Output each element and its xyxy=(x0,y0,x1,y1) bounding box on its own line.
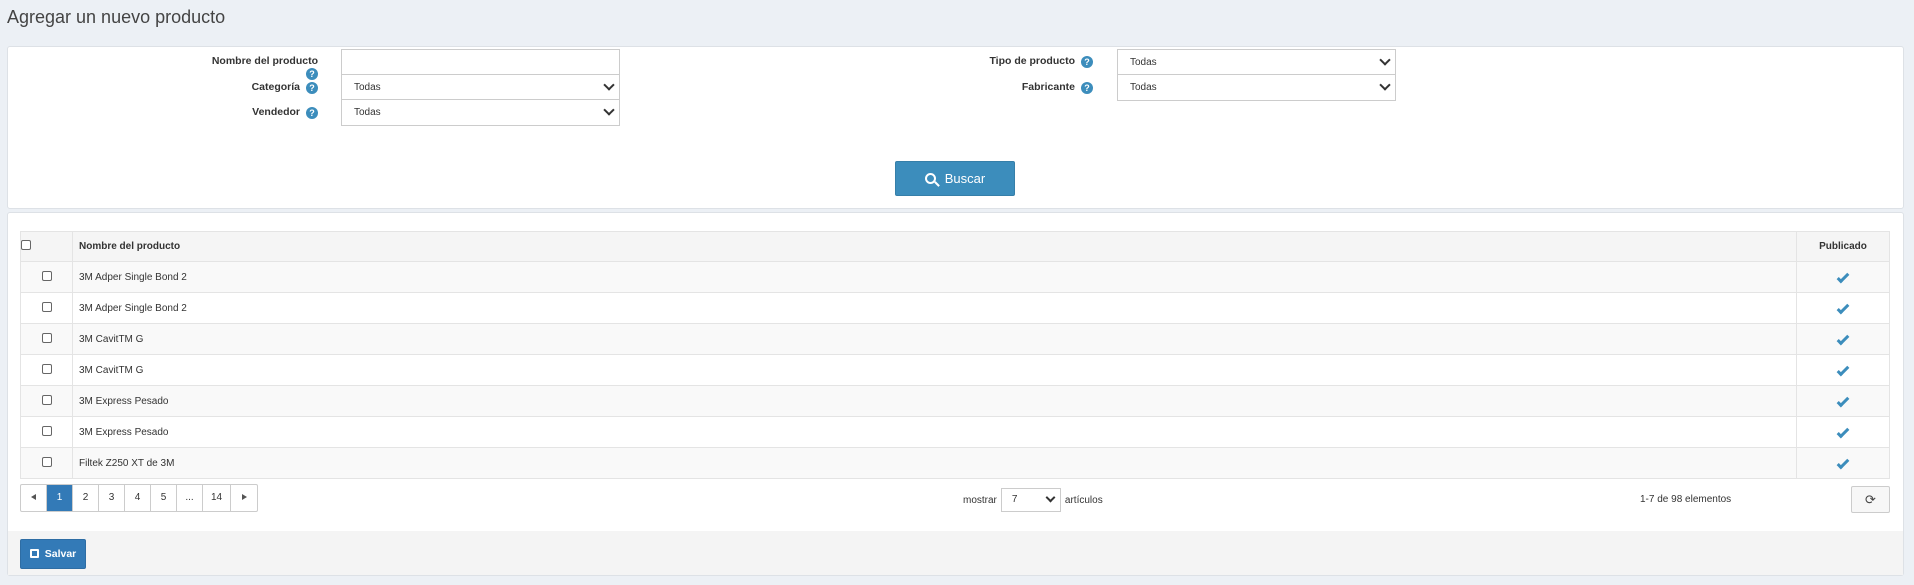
page-size-control: mostrar 7 artículos xyxy=(963,488,1103,512)
product-type-select[interactable]: Todas xyxy=(1117,49,1396,76)
select-all-checkbox[interactable] xyxy=(21,240,31,250)
row-checkbox[interactable] xyxy=(41,332,52,343)
table-row: 3M Express Pesado xyxy=(20,416,1890,448)
items-info: 1-7 de 98 elementos xyxy=(1640,494,1732,505)
manufacturer-label: Fabricante? xyxy=(948,81,1093,94)
pager-page-3[interactable]: 3 xyxy=(99,485,125,511)
pager-page-2[interactable]: 2 xyxy=(73,485,99,511)
check-icon xyxy=(1836,394,1850,407)
manufacturer-select[interactable]: Todas xyxy=(1117,74,1396,101)
check-icon xyxy=(1836,301,1850,314)
pager-ellipsis[interactable]: ... xyxy=(177,485,203,511)
product-name-cell: 3M Express Pesado xyxy=(72,416,1797,448)
check-icon xyxy=(1836,270,1850,283)
column-header-name[interactable]: Nombre del producto xyxy=(72,231,1797,262)
refresh-button[interactable]: ⟳ xyxy=(1851,486,1890,513)
help-icon[interactable]: ? xyxy=(306,82,318,94)
row-checkbox[interactable] xyxy=(41,425,52,436)
help-icon[interactable]: ? xyxy=(306,107,318,119)
pager-page-5[interactable]: 5 xyxy=(151,485,177,511)
footer-strip xyxy=(8,531,1903,575)
page-size-select[interactable]: 7 xyxy=(1000,488,1061,512)
category-label: Categoría? xyxy=(198,81,318,94)
check-icon xyxy=(1836,363,1850,376)
pager-next-button[interactable] xyxy=(231,485,257,511)
product-name-cell: Filtek Z250 XT de 3M xyxy=(72,447,1797,479)
help-icon[interactable]: ? xyxy=(1081,56,1093,68)
save-button[interactable]: Salvar xyxy=(20,539,86,569)
search-button[interactable]: Buscar xyxy=(895,161,1015,196)
row-checkbox[interactable] xyxy=(41,363,52,374)
product-name-cell: 3M Express Pesado xyxy=(72,385,1797,417)
product-name-cell: 3M CavitTM G xyxy=(72,354,1797,386)
search-icon xyxy=(924,173,936,184)
vendor-label: Vendedor? xyxy=(198,106,318,119)
save-icon xyxy=(29,549,39,558)
refresh-icon: ⟳ xyxy=(1865,492,1876,507)
chevron-down-icon xyxy=(603,104,615,116)
row-checkbox[interactable] xyxy=(41,456,52,467)
table-row: 3M CavitTM G xyxy=(20,323,1890,355)
caret-right-icon xyxy=(241,494,247,500)
page-size-prefix: mostrar xyxy=(963,494,997,506)
product-name-cell: 3M CavitTM G xyxy=(72,323,1797,355)
select-all-cell xyxy=(20,231,73,262)
product-name-label: Nombre del producto? xyxy=(211,55,318,80)
caret-left-icon xyxy=(31,494,36,500)
chevron-down-icon xyxy=(1045,492,1056,503)
check-icon xyxy=(1836,425,1850,438)
table-row: 3M Express Pesado xyxy=(20,385,1890,417)
table-row: 3M Adper Single Bond 2 xyxy=(20,292,1890,324)
product-type-label: Tipo de producto? xyxy=(948,55,1093,68)
chevron-down-icon xyxy=(603,79,615,91)
page-size-suffix: artículos xyxy=(1064,494,1103,506)
pager-page-4[interactable]: 4 xyxy=(125,485,151,511)
table-row: 3M Adper Single Bond 2 xyxy=(20,261,1890,293)
page-title: Agregar un nuevo producto xyxy=(7,7,226,27)
product-table: Nombre del producto Publicado 3M Adper S… xyxy=(20,231,1890,479)
pager-page-14[interactable]: 14 xyxy=(203,485,232,511)
pagination: 1 2 3 4 5 ... 14 xyxy=(20,484,259,512)
table-row: Filtek Z250 XT de 3M xyxy=(20,447,1890,479)
search-panel: Nombre del producto? Categoría? Todas Ve… xyxy=(7,46,1904,209)
vendor-select[interactable]: Todas xyxy=(341,99,620,126)
chevron-down-icon xyxy=(1379,54,1391,66)
chevron-down-icon xyxy=(1379,79,1391,91)
help-icon[interactable]: ? xyxy=(306,68,318,80)
product-name-cell: 3M Adper Single Bond 2 xyxy=(72,292,1797,324)
row-checkbox[interactable] xyxy=(41,301,52,312)
table-header-row: Nombre del producto Publicado xyxy=(20,231,1890,262)
row-checkbox[interactable] xyxy=(41,394,52,405)
column-header-published[interactable]: Publicado xyxy=(1796,231,1890,262)
row-checkbox[interactable] xyxy=(41,270,52,281)
pager-page-1[interactable]: 1 xyxy=(47,485,73,511)
help-icon[interactable]: ? xyxy=(1081,82,1093,94)
product-name-cell: 3M Adper Single Bond 2 xyxy=(72,261,1797,293)
category-select[interactable]: Todas xyxy=(341,74,620,101)
check-icon xyxy=(1836,332,1850,345)
table-row: 3M CavitTM G xyxy=(20,354,1890,386)
product-name-input[interactable] xyxy=(341,49,620,76)
product-grid-panel: Nombre del producto Publicado 3M Adper S… xyxy=(7,212,1904,576)
check-icon xyxy=(1836,456,1850,469)
pager-prev-button[interactable] xyxy=(21,485,47,511)
